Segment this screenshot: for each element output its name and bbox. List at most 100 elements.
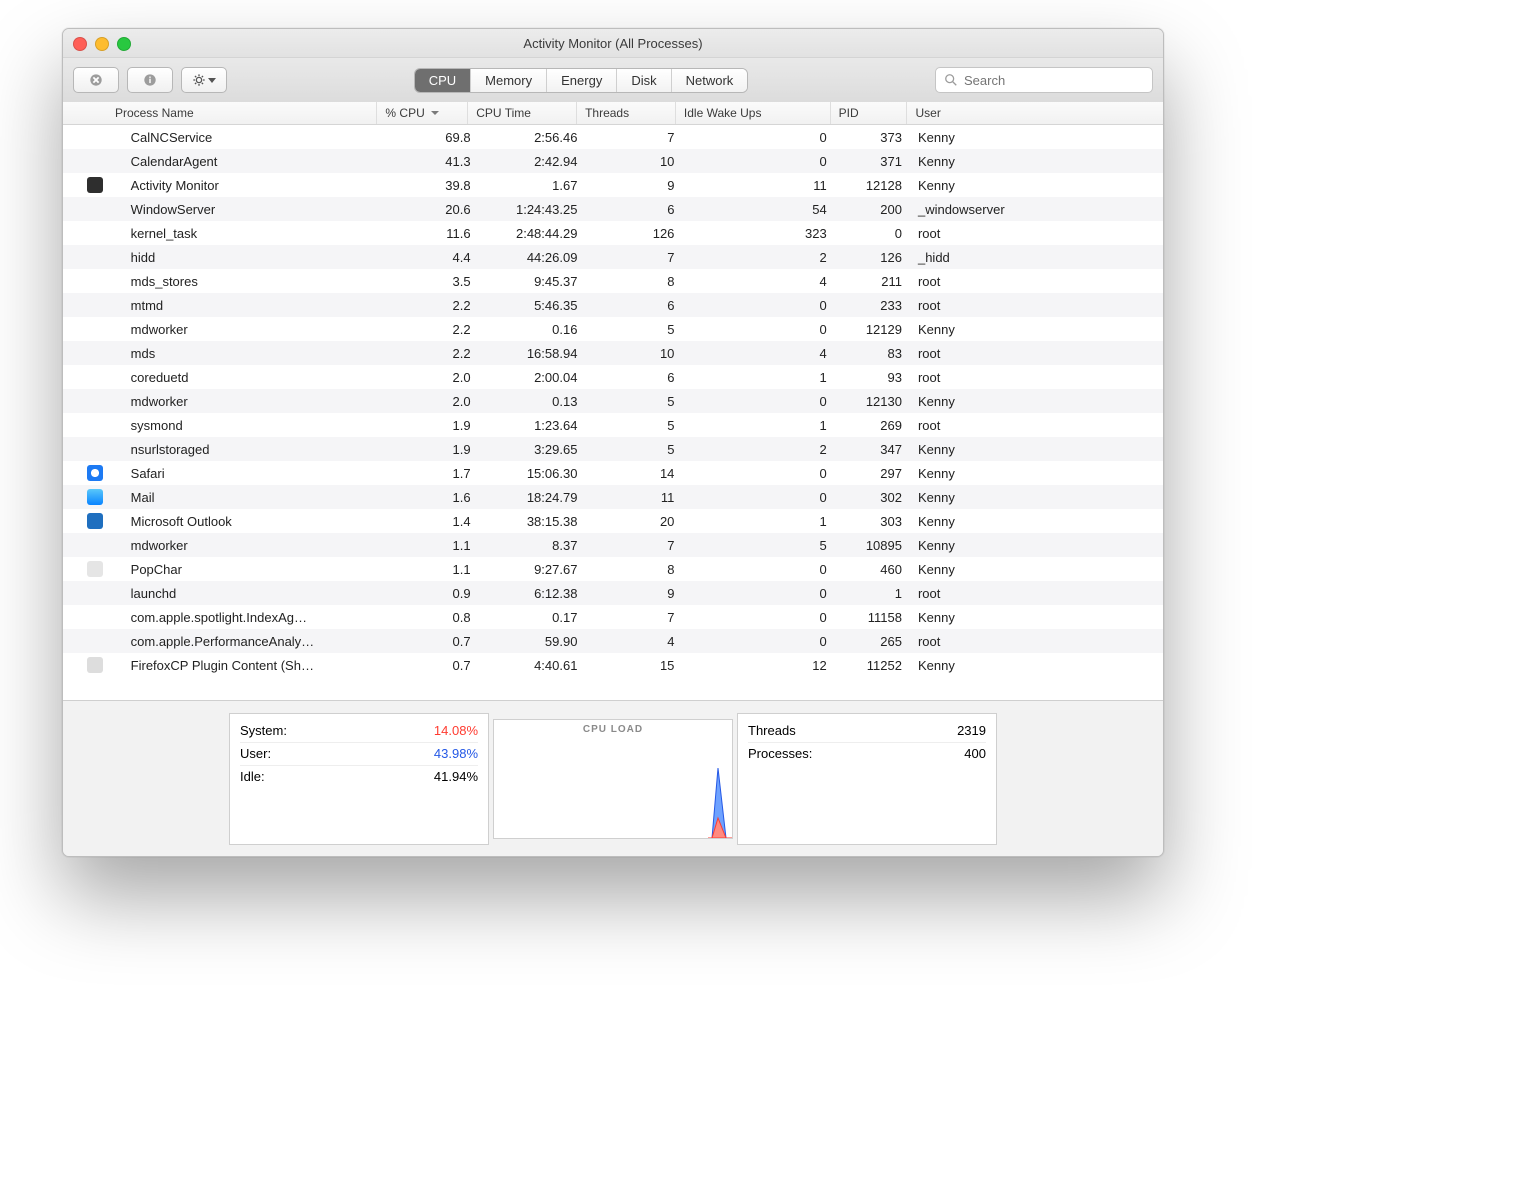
cell-threads: 5 (585, 322, 682, 337)
cell-time: 38:15.38 (479, 514, 586, 529)
cell-pid: 1 (835, 586, 910, 601)
cell-idle: 0 (682, 610, 834, 625)
cell-pid: 12130 (835, 394, 910, 409)
cell-pid: 12128 (835, 178, 910, 193)
stop-icon (89, 73, 103, 87)
processes-value: 400 (964, 746, 986, 761)
cell-idle: 2 (682, 250, 834, 265)
cell-name: hidd (123, 250, 390, 265)
table-row[interactable]: mds_stores3.59:45.3784211root (63, 269, 1163, 293)
cell-idle: 0 (682, 466, 834, 481)
cell-cpu: 2.0 (390, 370, 479, 385)
cell-time: 2:00.04 (479, 370, 586, 385)
column-pid[interactable]: PID (831, 102, 908, 124)
cell-idle: 0 (682, 586, 834, 601)
column-user[interactable]: User (907, 102, 1163, 124)
tab-network[interactable]: Network (672, 69, 748, 92)
options-menu-button[interactable] (181, 67, 227, 93)
window-title: Activity Monitor (All Processes) (523, 36, 702, 51)
cell-name: mdworker (123, 394, 390, 409)
table-row[interactable]: PopChar1.19:27.6780460Kenny (63, 557, 1163, 581)
info-icon (143, 73, 157, 87)
column-cpu[interactable]: % CPU (377, 102, 468, 124)
cell-name: sysmond (123, 418, 390, 433)
cell-threads: 10 (585, 154, 682, 169)
cell-threads: 11 (585, 490, 682, 505)
tab-disk[interactable]: Disk (617, 69, 671, 92)
table-row[interactable]: Microsoft Outlook1.438:15.38201303Kenny (63, 509, 1163, 533)
cell-user: Kenny (910, 154, 1163, 169)
search-field[interactable] (935, 67, 1153, 93)
close-window-button[interactable] (73, 37, 87, 51)
cell-idle: 1 (682, 370, 834, 385)
table-row[interactable]: mdworker2.20.165012129Kenny (63, 317, 1163, 341)
zoom-window-button[interactable] (117, 37, 131, 51)
table-row[interactable]: WindowServer20.61:24:43.25654200_windows… (63, 197, 1163, 221)
table-row[interactable]: mdworker2.00.135012130Kenny (63, 389, 1163, 413)
table-row[interactable]: Mail1.618:24.79110302Kenny (63, 485, 1163, 509)
cell-threads: 14 (585, 466, 682, 481)
cell-pid: 233 (835, 298, 910, 313)
table-row[interactable]: Safari1.715:06.30140297Kenny (63, 461, 1163, 485)
cell-idle: 11 (682, 178, 834, 193)
cell-pid: 11252 (835, 658, 910, 673)
table-body[interactable]: CalNCService69.82:56.4670373KennyCalenda… (63, 125, 1163, 677)
system-label: System: (240, 723, 287, 738)
search-input[interactable] (962, 72, 1144, 89)
table-row[interactable]: kernel_task11.62:48:44.291263230root (63, 221, 1163, 245)
cell-cpu: 1.7 (390, 466, 479, 481)
cell-time: 15:06.30 (479, 466, 586, 481)
cell-name: launchd (123, 586, 390, 601)
table-row[interactable]: mdworker1.18.377510895Kenny (63, 533, 1163, 557)
cell-name: PopChar (123, 562, 390, 577)
cell-threads: 5 (585, 442, 682, 457)
cell-time: 16:58.94 (479, 346, 586, 361)
window-controls (73, 37, 131, 51)
minimize-window-button[interactable] (95, 37, 109, 51)
cell-name: com.apple.spotlight.IndexAg… (123, 610, 390, 625)
cell-name: Activity Monitor (123, 178, 390, 193)
table-row[interactable]: launchd0.96:12.38901root (63, 581, 1163, 605)
cpu-load-graph: CPU LOAD (493, 719, 733, 839)
cell-pid: 297 (835, 466, 910, 481)
mail-app-icon (87, 489, 103, 505)
activity-monitor-window: Activity Monitor (All Processes) CPUMemo… (62, 28, 1164, 857)
table-row[interactable]: com.apple.PerformanceAnaly…0.759.9040265… (63, 629, 1163, 653)
search-icon (944, 73, 958, 87)
table-row[interactable]: nsurlstoraged1.93:29.6552347Kenny (63, 437, 1163, 461)
stop-process-button[interactable] (73, 67, 119, 93)
tab-energy[interactable]: Energy (547, 69, 617, 92)
cell-time: 2:42.94 (479, 154, 586, 169)
column-threads[interactable]: Threads (577, 102, 676, 124)
cell-user: Kenny (910, 514, 1163, 529)
tab-memory[interactable]: Memory (471, 69, 547, 92)
summary-footer: System:14.08% User:43.98% Idle:41.94% CP… (63, 700, 1163, 856)
table-row[interactable]: com.apple.spotlight.IndexAg…0.80.1770111… (63, 605, 1163, 629)
cell-name: CalNCService (123, 130, 390, 145)
outlook-app-icon (87, 513, 103, 529)
cell-pid: 265 (835, 634, 910, 649)
inspect-process-button[interactable] (127, 67, 173, 93)
cell-cpu: 1.4 (390, 514, 479, 529)
table-row[interactable]: hidd4.444:26.0972126_hidd (63, 245, 1163, 269)
table-row[interactable]: mtmd2.25:46.3560233root (63, 293, 1163, 317)
table-row[interactable]: CalendarAgent41.32:42.94100371Kenny (63, 149, 1163, 173)
cell-user: root (910, 298, 1163, 313)
column-cpu-time[interactable]: CPU Time (468, 102, 577, 124)
table-row[interactable]: CalNCService69.82:56.4670373Kenny (63, 125, 1163, 149)
table-row[interactable]: FirefoxCP Plugin Content (Sh…0.74:40.611… (63, 653, 1163, 677)
cell-cpu: 4.4 (390, 250, 479, 265)
column-process-name[interactable]: Process Name (107, 102, 377, 124)
table-row[interactable]: sysmond1.91:23.6451269root (63, 413, 1163, 437)
table-row[interactable]: coreduetd2.02:00.046193root (63, 365, 1163, 389)
cell-cpu: 2.2 (390, 322, 479, 337)
cell-user: root (910, 226, 1163, 241)
cell-idle: 54 (682, 202, 834, 217)
column-idle-wakeups[interactable]: Idle Wake Ups (676, 102, 831, 124)
table-row[interactable]: mds2.216:58.9410483root (63, 341, 1163, 365)
tab-cpu[interactable]: CPU (415, 69, 471, 92)
cell-time: 3:29.65 (479, 442, 586, 457)
cell-threads: 5 (585, 418, 682, 433)
table-row[interactable]: Activity Monitor39.81.6791112128Kenny (63, 173, 1163, 197)
cell-threads: 6 (585, 202, 682, 217)
